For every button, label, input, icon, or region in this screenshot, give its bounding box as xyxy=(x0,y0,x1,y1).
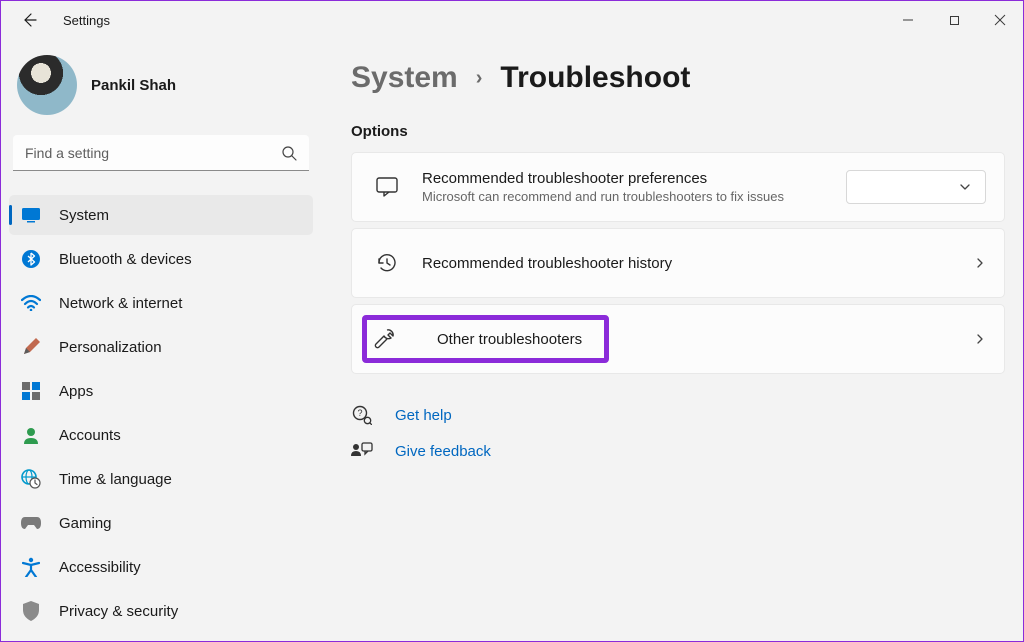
minimize-icon xyxy=(902,14,914,26)
arrow-left-icon xyxy=(21,12,37,28)
nav-label: Apps xyxy=(59,383,93,400)
nav-label: System xyxy=(59,207,109,224)
nav-label: Personalization xyxy=(59,339,162,356)
maximize-button[interactable] xyxy=(931,4,977,36)
chevron-down-icon xyxy=(959,181,971,193)
globe-clock-icon xyxy=(21,469,41,489)
card-title: Recommended troubleshooter preferences xyxy=(422,170,830,187)
history-icon xyxy=(374,250,400,276)
link-text: Get help xyxy=(395,407,452,424)
bluetooth-icon xyxy=(21,249,41,269)
section-heading: Options xyxy=(351,123,1005,140)
wrench-icon xyxy=(371,326,397,352)
nav-system[interactable]: System xyxy=(9,195,313,235)
profile-section[interactable]: Pankil Shah xyxy=(9,49,313,129)
apps-icon xyxy=(21,381,41,401)
gamepad-icon xyxy=(21,513,41,533)
nav-label: Network & internet xyxy=(59,295,182,312)
breadcrumb-current: Troubleshoot xyxy=(500,61,690,95)
close-icon xyxy=(994,14,1006,26)
window-controls xyxy=(885,4,1023,36)
nav-time-language[interactable]: Time & language xyxy=(9,459,313,499)
system-icon xyxy=(21,205,41,225)
card-troubleshooter-history[interactable]: Recommended troubleshooter history xyxy=(351,228,1005,298)
accessibility-icon xyxy=(21,557,41,577)
sidebar: Pankil Shah System Bluetooth & devices N… xyxy=(1,39,321,641)
card-title: Recommended troubleshooter history xyxy=(422,255,958,272)
person-icon xyxy=(21,425,41,445)
nav-label: Privacy & security xyxy=(59,603,178,620)
card-subtitle: Microsoft can recommend and run troubles… xyxy=(422,189,830,204)
paintbrush-icon xyxy=(21,337,41,357)
breadcrumb-parent[interactable]: System xyxy=(351,61,458,95)
main-content: System › Troubleshoot Options Recommende… xyxy=(321,39,1023,641)
nav-personalization[interactable]: Personalization xyxy=(9,327,313,367)
chevron-right-icon xyxy=(974,257,986,269)
titlebar: Settings xyxy=(1,1,1023,39)
nav-label: Bluetooth & devices xyxy=(59,251,192,268)
nav-label: Accounts xyxy=(59,427,121,444)
link-text: Give feedback xyxy=(395,443,491,460)
window-title: Settings xyxy=(63,13,110,28)
nav-apps[interactable]: Apps xyxy=(9,371,313,411)
maximize-icon xyxy=(949,15,960,26)
nav-accessibility[interactable]: Accessibility xyxy=(9,547,313,587)
card-title: Other troubleshooters xyxy=(437,331,582,348)
chevron-right-icon xyxy=(974,333,986,345)
wifi-icon xyxy=(21,293,41,313)
nav-bluetooth[interactable]: Bluetooth & devices xyxy=(9,239,313,279)
nav-label: Accessibility xyxy=(59,559,141,576)
help-icon: ? xyxy=(351,404,373,426)
nav-label: Gaming xyxy=(59,515,112,532)
preferences-dropdown[interactable] xyxy=(846,170,986,204)
breadcrumb: System › Troubleshoot xyxy=(351,61,1005,95)
avatar xyxy=(17,55,77,115)
shield-icon xyxy=(21,601,41,621)
nav-network[interactable]: Network & internet xyxy=(9,283,313,323)
nav-accounts[interactable]: Accounts xyxy=(9,415,313,455)
nav-list: System Bluetooth & devices Network & int… xyxy=(9,195,313,631)
search-input[interactable] xyxy=(13,135,309,171)
get-help-link[interactable]: ? Get help xyxy=(351,404,1005,426)
nav-label: Time & language xyxy=(59,471,172,488)
highlight-annotation: Other troubleshooters xyxy=(362,315,609,363)
close-button[interactable] xyxy=(977,4,1023,36)
minimize-button[interactable] xyxy=(885,4,931,36)
nav-privacy[interactable]: Privacy & security xyxy=(9,591,313,631)
profile-name: Pankil Shah xyxy=(91,77,176,94)
svg-text:?: ? xyxy=(357,408,362,418)
back-button[interactable] xyxy=(19,10,39,30)
speech-bubble-icon xyxy=(374,174,400,200)
search-field-wrap xyxy=(13,135,309,171)
card-recommended-preferences[interactable]: Recommended troubleshooter preferences M… xyxy=(351,152,1005,222)
feedback-icon xyxy=(351,440,373,462)
give-feedback-link[interactable]: Give feedback xyxy=(351,440,1005,462)
chevron-right-icon: › xyxy=(476,67,483,90)
footer-links: ? Get help Give feedback xyxy=(351,404,1005,462)
card-other-troubleshooters[interactable]: Other troubleshooters xyxy=(351,304,1005,374)
nav-gaming[interactable]: Gaming xyxy=(9,503,313,543)
